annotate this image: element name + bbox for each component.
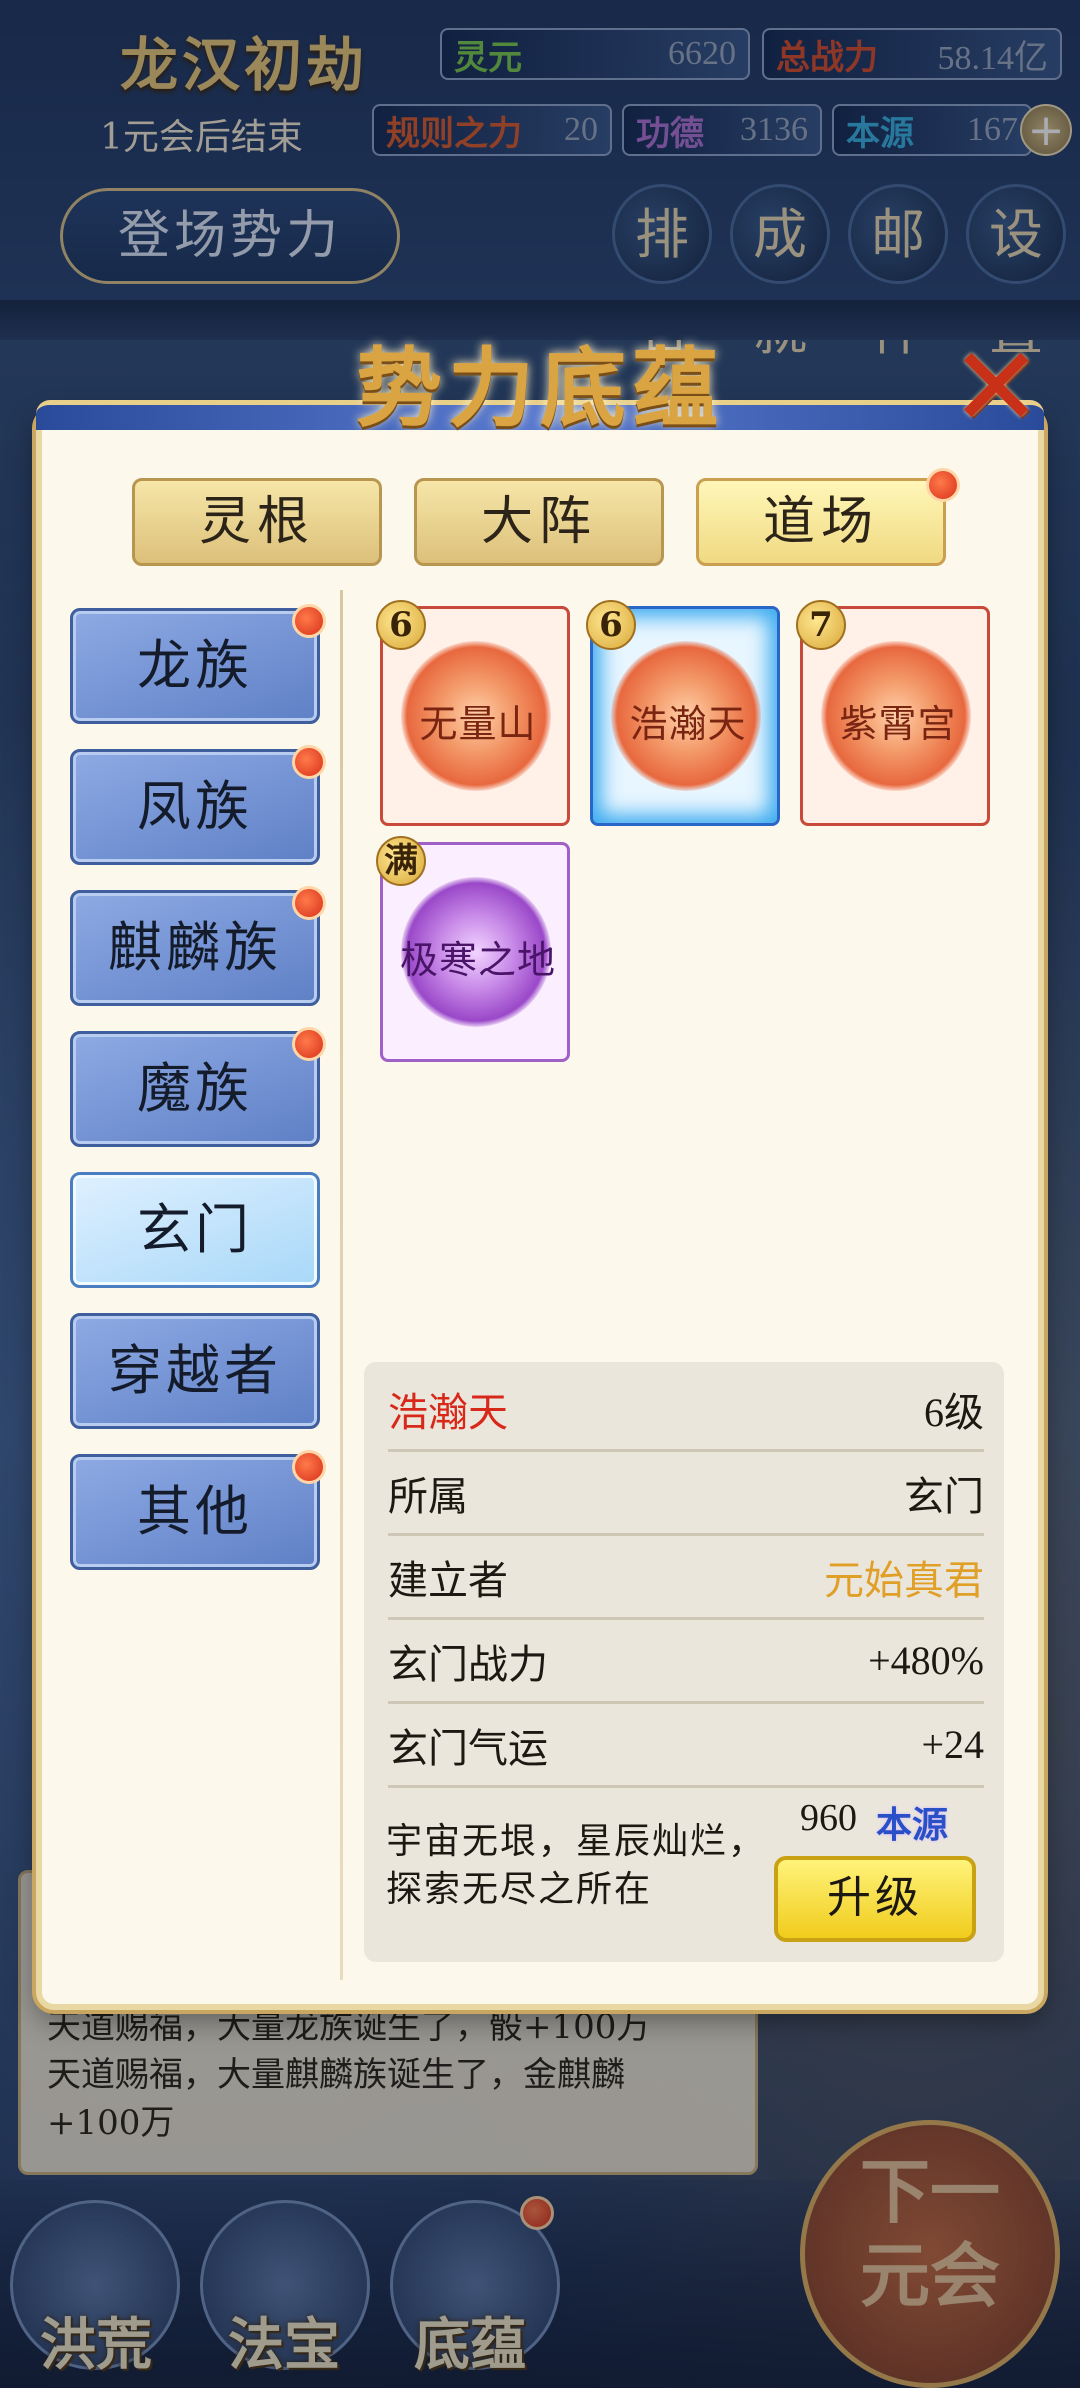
notification-dot bbox=[292, 1450, 326, 1484]
sidebar-item-dragon[interactable]: 龙族 bbox=[70, 608, 320, 724]
notification-dot bbox=[926, 468, 960, 502]
detail-row-faction: 所属 玄门 bbox=[388, 1452, 984, 1536]
upgrade-button[interactable]: 升级 bbox=[774, 1856, 976, 1942]
dojo-card-name: 极寒之地 bbox=[399, 938, 556, 982]
detail-value: 玄门 bbox=[904, 1473, 984, 1520]
detail-label: 所属 bbox=[388, 1473, 468, 1520]
sidebar-item-demon[interactable]: 魔族 bbox=[70, 1031, 320, 1147]
upgrade-cost-value: 960 bbox=[800, 1797, 857, 1839]
level-badge: 6 bbox=[586, 600, 636, 650]
dojo-description: 宇宙无垠，星辰灿烂， 探索无尽之所在 bbox=[386, 1818, 766, 1914]
detail-value: +480% bbox=[868, 1638, 984, 1683]
dojo-card-name: 紫霄宫 bbox=[839, 702, 957, 746]
sidebar-item-xuanmen[interactable]: 玄门 bbox=[70, 1172, 320, 1288]
notification-dot bbox=[292, 1027, 326, 1061]
detail-dojo-name: 浩瀚天 bbox=[388, 1389, 508, 1436]
description-line: 探索无尽之所在 bbox=[386, 1869, 653, 1910]
detail-label: 建立者 bbox=[388, 1557, 508, 1604]
sidebar-item-qilin[interactable]: 麒麟族 bbox=[70, 890, 320, 1006]
level-badge: 6 bbox=[376, 600, 426, 650]
detail-dojo-level: 6级 bbox=[924, 1389, 984, 1435]
description-line: 宇宙无垠，星辰灿烂， bbox=[386, 1821, 767, 1862]
level-badge: 7 bbox=[796, 600, 846, 650]
sidebar-divider bbox=[340, 590, 343, 1980]
detail-row-founder: 建立者 元始真君 bbox=[388, 1536, 984, 1620]
sidebar-item-traveler[interactable]: 穿越者 bbox=[70, 1313, 320, 1429]
detail-row-power: 玄门战力 +480% bbox=[388, 1620, 984, 1704]
detail-label: 玄门战力 bbox=[388, 1641, 548, 1688]
detail-value: 元始真君 bbox=[824, 1557, 984, 1604]
close-button[interactable]: ✕ bbox=[950, 332, 1042, 442]
detail-label: 玄门气运 bbox=[388, 1725, 548, 1772]
notification-dot bbox=[292, 886, 326, 920]
sidebar-item-phoenix[interactable]: 凤族 bbox=[70, 749, 320, 865]
dojo-card-name: 浩瀚天 bbox=[629, 702, 747, 746]
tab-linggen[interactable]: 灵根 bbox=[132, 478, 382, 566]
detail-row-fortune: 玄门气运 +24 bbox=[388, 1704, 984, 1788]
notification-dot bbox=[292, 745, 326, 779]
notification-dot bbox=[292, 604, 326, 638]
dialog-title: 势力底蕴 bbox=[356, 338, 724, 439]
tab-daochang[interactable]: 道场 bbox=[696, 478, 946, 566]
detail-header-row: 浩瀚天 6级 bbox=[388, 1368, 984, 1452]
dojo-card-name: 无量山 bbox=[419, 702, 537, 746]
sidebar-item-other[interactable]: 其他 bbox=[70, 1454, 320, 1570]
detail-value: +24 bbox=[921, 1722, 984, 1767]
upgrade-cost-unit: 本源 bbox=[876, 1804, 949, 1846]
level-badge: 满 bbox=[376, 836, 426, 886]
tab-dazhen[interactable]: 大阵 bbox=[414, 478, 664, 566]
